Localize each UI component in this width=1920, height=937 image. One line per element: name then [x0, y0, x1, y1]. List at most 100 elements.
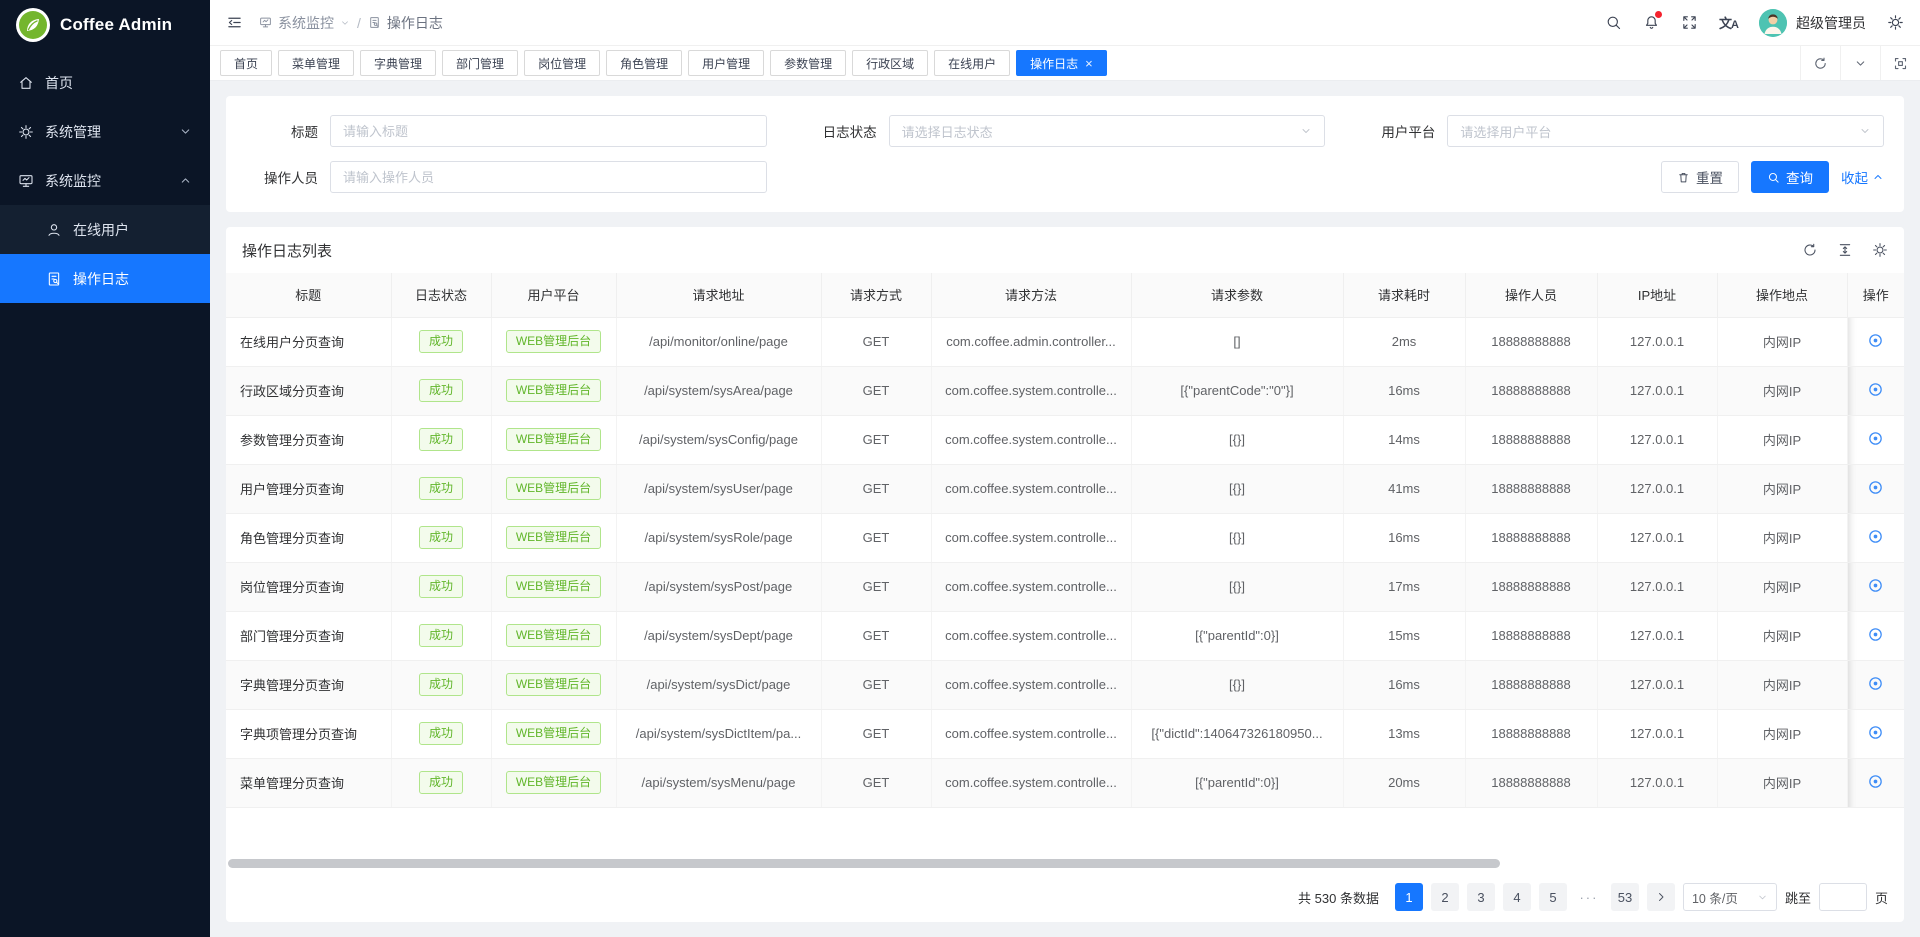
jump-page-input[interactable] [1819, 883, 1867, 911]
search-icon[interactable] [1605, 14, 1622, 31]
page-size-select[interactable]: 10 条/页 [1683, 883, 1777, 911]
view-detail-icon[interactable] [1867, 675, 1884, 692]
tab-用户管理[interactable]: 用户管理 [688, 50, 764, 76]
notification-bell-icon[interactable] [1643, 14, 1660, 31]
tab-options-chevron-icon[interactable] [1840, 46, 1880, 80]
reset-button[interactable]: 重置 [1661, 161, 1739, 193]
cell: [{}] [1131, 415, 1343, 464]
close-tab-icon[interactable]: × [1085, 57, 1093, 70]
view-detail-icon[interactable] [1867, 479, 1884, 496]
table-row: 在线用户分页查询成功WEB管理后台/api/monitor/online/pag… [226, 317, 1904, 366]
cell: 127.0.0.1 [1597, 464, 1717, 513]
page-button-5[interactable]: 5 [1539, 883, 1567, 911]
translate-icon[interactable]: 文A [1719, 13, 1738, 32]
column-header: IP地址 [1597, 273, 1717, 317]
operator-input[interactable] [330, 161, 767, 193]
filter-title-field: 标题 [246, 115, 767, 147]
cell: 16ms [1343, 660, 1465, 709]
sidebar-item-home[interactable]: 首页 [0, 58, 210, 107]
scrollbar-thumb[interactable] [228, 859, 1500, 868]
fullscreen-icon[interactable] [1681, 14, 1698, 31]
collapse-sidebar-icon[interactable] [226, 14, 243, 31]
avatar[interactable] [1759, 9, 1787, 37]
cell: 18888888888 [1465, 464, 1597, 513]
cell: com.coffee.system.controlle... [931, 660, 1131, 709]
search-button[interactable]: 查询 [1751, 161, 1829, 193]
user-platform-label: 用户平台 [1363, 121, 1435, 141]
cell: 18888888888 [1465, 709, 1597, 758]
trash-icon [1677, 171, 1690, 184]
more-pages-icon[interactable]: ··· [1575, 890, 1603, 905]
cell: /api/system/sysDict/page [616, 660, 821, 709]
user-platform-select[interactable]: 请选择用户平台 [1447, 115, 1884, 147]
cell: WEB管理后台 [491, 758, 616, 807]
log-status-select[interactable]: 请选择日志状态 [889, 115, 1326, 147]
page-button-1[interactable]: 1 [1395, 883, 1423, 911]
username[interactable]: 超级管理员 [1796, 13, 1866, 33]
refresh-icon[interactable] [1802, 242, 1818, 258]
cell: 成功 [391, 317, 491, 366]
tab-参数管理[interactable]: 参数管理 [770, 50, 846, 76]
cell: 成功 [391, 513, 491, 562]
tab-菜单管理[interactable]: 菜单管理 [278, 50, 354, 76]
cell: GET [821, 513, 931, 562]
app-logo[interactable]: Coffee Admin [0, 0, 210, 50]
column-settings-gear-icon[interactable] [1872, 242, 1888, 258]
gear-icon [18, 124, 34, 140]
row-height-icon[interactable] [1837, 242, 1853, 258]
view-detail-icon[interactable] [1867, 528, 1884, 545]
view-detail-icon[interactable] [1867, 381, 1884, 398]
cell: com.coffee.system.controlle... [931, 709, 1131, 758]
cell: 菜单管理分页查询 [226, 758, 391, 807]
collapse-filter-link[interactable]: 收起 [1841, 167, 1884, 187]
status-badge: 成功 [419, 624, 463, 647]
page-button-3[interactable]: 3 [1467, 883, 1495, 911]
view-detail-icon[interactable] [1867, 724, 1884, 741]
sidebar-item-system-management[interactable]: 系统管理 [0, 107, 210, 156]
refresh-tab-icon[interactable] [1800, 46, 1840, 80]
tab-label: 角色管理 [620, 55, 668, 72]
tab-角色管理[interactable]: 角色管理 [606, 50, 682, 76]
cell: 127.0.0.1 [1597, 611, 1717, 660]
column-header: 用户平台 [491, 273, 616, 317]
view-detail-icon[interactable] [1867, 430, 1884, 447]
cell: GET [821, 464, 931, 513]
sidebar-item-operation-log[interactable]: 操作日志 [0, 254, 210, 303]
tab-首页[interactable]: 首页 [220, 50, 272, 76]
tab-在线用户[interactable]: 在线用户 [934, 50, 1010, 76]
page-button-2[interactable]: 2 [1431, 883, 1459, 911]
tab-字典管理[interactable]: 字典管理 [360, 50, 436, 76]
table-card-header: 操作日志列表 [226, 227, 1904, 273]
cell: com.coffee.admin.controller... [931, 317, 1131, 366]
view-detail-icon[interactable] [1867, 626, 1884, 643]
page-button-4[interactable]: 4 [1503, 883, 1531, 911]
table-row: 字典管理分页查询成功WEB管理后台/api/system/sysDict/pag… [226, 660, 1904, 709]
cell: WEB管理后台 [491, 562, 616, 611]
page-button-53[interactable]: 53 [1611, 883, 1639, 911]
title-label: 标题 [246, 121, 318, 141]
title-input[interactable] [330, 115, 767, 147]
view-detail-icon[interactable] [1867, 577, 1884, 594]
cell: /api/system/sysRole/page [616, 513, 821, 562]
sidebar-item-online-users[interactable]: 在线用户 [0, 205, 210, 254]
table-wrapper: 标题日志状态用户平台请求地址请求方式请求方法请求参数请求耗时操作人员IP地址操作… [226, 273, 1904, 853]
tab-部门管理[interactable]: 部门管理 [442, 50, 518, 76]
cell: GET [821, 611, 931, 660]
cell: WEB管理后台 [491, 464, 616, 513]
status-badge: WEB管理后台 [506, 575, 601, 598]
view-detail-icon[interactable] [1867, 773, 1884, 790]
search-icon [1767, 171, 1780, 184]
cell: 行政区域分页查询 [226, 366, 391, 415]
view-detail-icon[interactable] [1867, 332, 1884, 349]
settings-gear-icon[interactable] [1887, 14, 1904, 31]
tab-操作日志[interactable]: 操作日志× [1016, 50, 1107, 76]
cell: /api/system/sysUser/page [616, 464, 821, 513]
next-page-button[interactable] [1647, 883, 1675, 911]
maximize-content-icon[interactable] [1880, 46, 1920, 80]
cell: 参数管理分页查询 [226, 415, 391, 464]
breadcrumb-system-monitor[interactable]: 系统监控 [259, 13, 350, 33]
tab-岗位管理[interactable]: 岗位管理 [524, 50, 600, 76]
sidebar-item-system-monitor[interactable]: 系统监控 [0, 156, 210, 205]
tab-行政区域[interactable]: 行政区域 [852, 50, 928, 76]
sidebar-item-label: 操作日志 [73, 269, 129, 289]
